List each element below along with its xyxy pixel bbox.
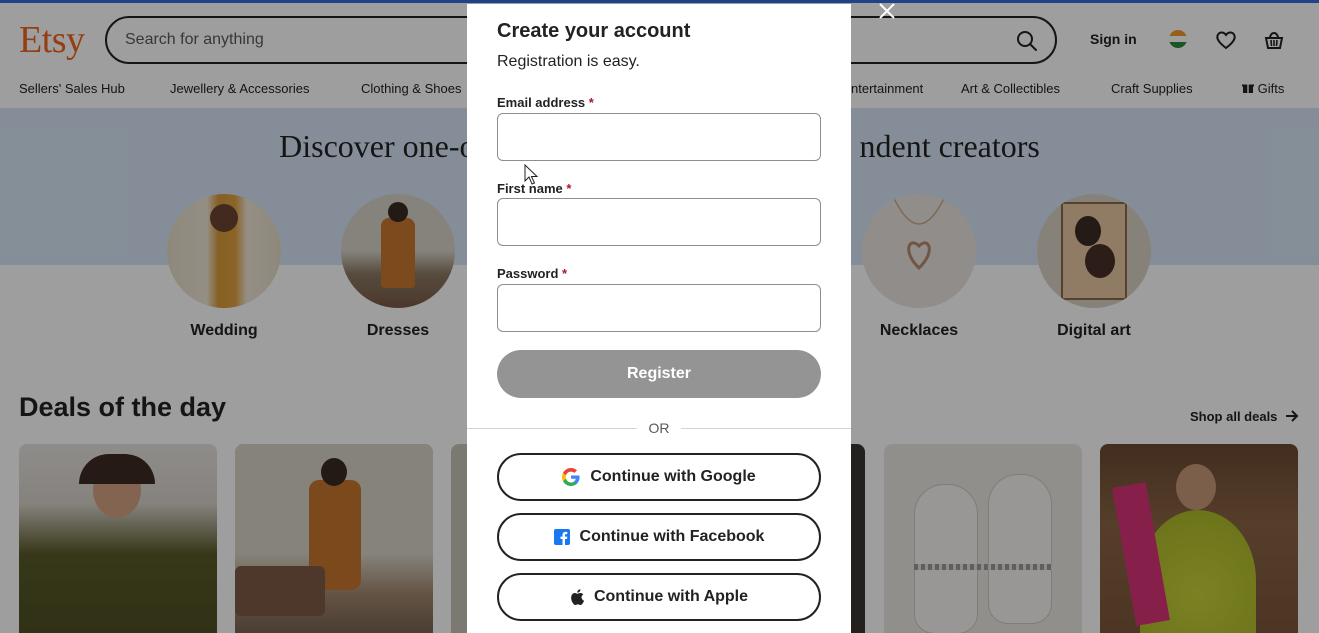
required-mark: * (588, 95, 594, 110)
required-mark: * (562, 266, 568, 281)
close-icon[interactable] (876, 0, 898, 22)
email-field[interactable] (497, 113, 821, 161)
modal-title: Create your account (497, 20, 691, 42)
google-icon (562, 468, 580, 486)
password-field[interactable] (497, 284, 821, 332)
facebook-button-label: Continue with Facebook (579, 528, 765, 545)
continue-with-apple-button[interactable]: Continue with Apple (497, 573, 821, 621)
apple-icon (571, 589, 584, 605)
required-mark: * (566, 181, 572, 196)
password-label-text: Password (497, 266, 559, 281)
first-name-field[interactable] (497, 198, 821, 246)
modal-subtitle: Registration is easy. (497, 53, 640, 70)
password-label: Password * (497, 266, 567, 281)
or-separator: OR (648, 420, 670, 436)
continue-with-facebook-button[interactable]: Continue with Facebook (497, 513, 821, 561)
apple-button-label: Continue with Apple (593, 588, 749, 605)
google-button-label: Continue with Google (590, 468, 756, 485)
facebook-icon (553, 529, 570, 545)
mouse-cursor-icon (524, 164, 538, 185)
create-account-modal: Create your account Registration is easy… (467, 4, 851, 633)
register-button[interactable]: Register (497, 350, 821, 398)
continue-with-google-button[interactable]: Continue with Google (497, 453, 821, 501)
email-label: Email address * (497, 95, 594, 110)
email-label-text: Email address (497, 95, 586, 110)
